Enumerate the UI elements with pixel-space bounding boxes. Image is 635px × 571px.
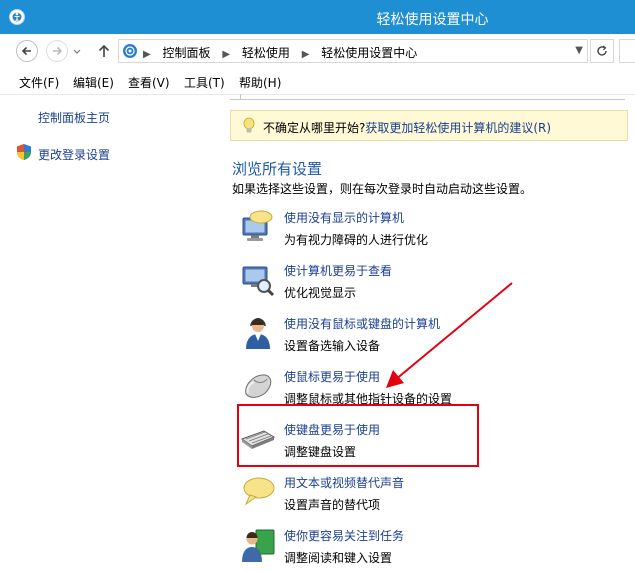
search-box[interactable] bbox=[619, 39, 635, 63]
tip-text: 不确定从哪里开始?获取更加轻松使用计算机的建议(R) bbox=[263, 119, 551, 136]
breadcrumb-control-panel[interactable]: 控制面板 bbox=[163, 44, 211, 61]
window-title: 轻松使用设置中心 bbox=[376, 12, 489, 28]
back-button[interactable] bbox=[16, 40, 38, 62]
item-desc: 优化视觉显示 bbox=[284, 286, 357, 300]
list-item: 使用没有显示的计算机 为有视力障碍的人进行优化 bbox=[240, 207, 620, 253]
navigation-bar: ▶ 控制面板 ▶ 轻松使用 ▶ 轻松使用设置中心 ▼ bbox=[0, 34, 635, 69]
arrow-right-icon bbox=[53, 46, 63, 56]
address-dropdown-icon[interactable]: ▼ bbox=[575, 45, 583, 56]
refresh-icon bbox=[597, 45, 607, 56]
menu-edit[interactable]: 编辑(E) bbox=[73, 74, 114, 91]
arrow-left-icon bbox=[21, 46, 31, 56]
person-board-icon bbox=[242, 529, 275, 562]
breadcrumb-separator-icon: ▶ bbox=[143, 49, 151, 60]
item-link-no-display[interactable]: 使用没有显示的计算机 bbox=[284, 209, 404, 226]
item-desc: 设置备选输入设备 bbox=[284, 339, 381, 353]
monitor-speech-icon bbox=[242, 210, 273, 241]
section-subtitle: 如果选择这些设置，则在每次登录时自动启动这些设置。 bbox=[232, 182, 533, 196]
lightbulb-icon bbox=[243, 117, 255, 133]
list-item: 使计算机更易于查看 优化视觉显示 bbox=[240, 260, 620, 306]
tip-question: 不确定从哪里开始? bbox=[263, 121, 366, 135]
item-link-mouse[interactable]: 使鼠标更易于使用 bbox=[284, 368, 380, 385]
item-desc: 调整阅读和键入设置 bbox=[284, 551, 393, 565]
item-link-no-mouse-keyboard[interactable]: 使用没有鼠标或键盘的计算机 bbox=[284, 315, 440, 332]
title-bar: 轻松使用设置中心 bbox=[0, 0, 635, 34]
speech-bubble-icon bbox=[243, 477, 275, 506]
list-item: 使用没有鼠标或键盘的计算机 设置备选输入设备 bbox=[240, 313, 620, 359]
breadcrumb-ease-of-access-center[interactable]: 轻松使用设置中心 bbox=[321, 44, 417, 61]
list-item: 使你更容易关注到任务 调整阅读和键入设置 bbox=[240, 525, 620, 571]
item-link-easier-to-see[interactable]: 使计算机更易于查看 bbox=[284, 262, 392, 279]
highlight-box bbox=[237, 404, 479, 467]
menu-bar: 文件(F) 编辑(E) 查看(V) 工具(T) 帮助(H) bbox=[0, 68, 635, 95]
monitor-magnifier-icon bbox=[242, 266, 275, 297]
address-field[interactable]: ▶ 控制面板 ▶ 轻松使用 ▶ 轻松使用设置中心 ▼ bbox=[118, 39, 588, 63]
breadcrumb-separator-icon[interactable]: ▶ bbox=[222, 49, 230, 60]
item-desc: 设置声音的替代项 bbox=[284, 498, 381, 512]
sidebar bbox=[0, 95, 219, 570]
tip-suggestions-link[interactable]: 获取更加轻松使用计算机的建议(R) bbox=[365, 121, 551, 135]
mouse-icon bbox=[245, 374, 272, 398]
sidebar-item-control-panel-home[interactable]: 控制面板主页 bbox=[38, 109, 110, 126]
recent-locations-chevron-icon[interactable] bbox=[72, 48, 82, 56]
scrolled-panel-edge bbox=[230, 94, 625, 101]
sidebar-item-change-login-settings[interactable]: 更改登录设置 bbox=[38, 146, 110, 163]
section-title: 浏览所有设置 bbox=[232, 160, 323, 178]
shield-icon bbox=[17, 144, 31, 160]
forward-button[interactable] bbox=[46, 40, 68, 62]
menu-tools[interactable]: 工具(T) bbox=[184, 74, 225, 91]
breadcrumb-separator-icon[interactable]: ▶ bbox=[302, 49, 310, 60]
list-item: 用文本或视频替代声音 设置声音的替代项 bbox=[240, 472, 620, 518]
tip-banner: 不确定从哪里开始?获取更加轻松使用计算机的建议(R) bbox=[230, 110, 628, 141]
refresh-button[interactable] bbox=[590, 39, 614, 63]
item-link-focus-tasks[interactable]: 使你更容易关注到任务 bbox=[284, 527, 404, 544]
up-arrow-icon[interactable] bbox=[96, 43, 112, 59]
menu-view[interactable]: 查看(V) bbox=[128, 74, 170, 91]
person-headset-icon bbox=[246, 318, 270, 349]
breadcrumb: ▶ 控制面板 ▶ 轻松使用 ▶ 轻松使用设置中心 bbox=[143, 44, 417, 61]
menu-file[interactable]: 文件(F) bbox=[19, 74, 59, 91]
control-panel-icon bbox=[123, 44, 137, 58]
menu-help[interactable]: 帮助(H) bbox=[239, 74, 281, 91]
breadcrumb-ease-of-access[interactable]: 轻松使用 bbox=[242, 44, 290, 61]
item-desc: 为有视力障碍的人进行优化 bbox=[284, 233, 429, 247]
item-link-text-video[interactable]: 用文本或视频替代声音 bbox=[284, 474, 404, 491]
